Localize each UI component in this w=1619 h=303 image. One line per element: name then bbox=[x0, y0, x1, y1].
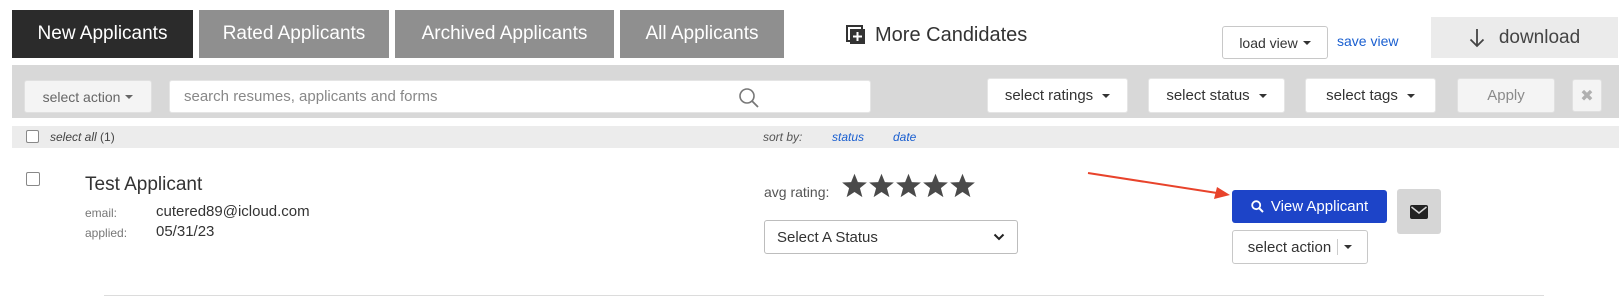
star-icon[interactable] bbox=[922, 172, 949, 199]
more-candidates-link[interactable]: More Candidates bbox=[846, 18, 1027, 52]
zoom-icon bbox=[1251, 200, 1264, 213]
avg-rating-label: avg rating: bbox=[764, 184, 830, 200]
applicant-applied-date: 05/31/23 bbox=[156, 223, 215, 240]
search-box bbox=[169, 80, 871, 113]
caret-down-icon bbox=[1258, 93, 1267, 98]
applicant-name[interactable]: Test Applicant bbox=[85, 174, 202, 196]
save-view-link[interactable]: save view bbox=[1337, 33, 1398, 49]
applicant-checkbox[interactable] bbox=[26, 172, 40, 186]
select-tags-label: select tags bbox=[1326, 87, 1398, 104]
select-all-checkbox[interactable] bbox=[26, 130, 39, 143]
close-icon: ✖ bbox=[1580, 87, 1594, 105]
select-status-label: select status bbox=[1166, 87, 1250, 104]
download-label: download bbox=[1498, 26, 1581, 48]
apply-button[interactable]: Apply bbox=[1457, 78, 1555, 113]
select-all-label: select all (1) bbox=[50, 130, 115, 144]
load-view-dropdown[interactable]: load view bbox=[1222, 26, 1328, 59]
download-button[interactable]: download bbox=[1431, 17, 1618, 58]
chevron-down-icon bbox=[993, 233, 1005, 241]
star-icon[interactable] bbox=[841, 172, 868, 199]
load-view-label: load view bbox=[1239, 34, 1298, 51]
applicant-email: cutered89@icloud.com bbox=[156, 203, 310, 220]
arrow-down-icon bbox=[1469, 28, 1484, 47]
plus-square-icon bbox=[846, 25, 865, 44]
sort-by-status-link[interactable]: status bbox=[832, 130, 864, 144]
select-action-label: select action bbox=[42, 88, 121, 105]
view-applicant-button[interactable]: View Applicant bbox=[1232, 190, 1387, 223]
more-candidates-label: More Candidates bbox=[875, 23, 1028, 46]
caret-down-icon bbox=[1406, 93, 1415, 98]
tab-all-applicants[interactable]: All Applicants bbox=[620, 10, 784, 58]
sort-row: select all (1) sort by: status date bbox=[12, 126, 1619, 148]
envelope-icon bbox=[1410, 204, 1428, 219]
divider bbox=[1337, 239, 1339, 255]
star-icon[interactable] bbox=[949, 172, 976, 199]
email-label: email: bbox=[85, 206, 118, 220]
select-tags-dropdown[interactable]: select tags bbox=[1305, 78, 1436, 113]
rating-stars[interactable] bbox=[841, 172, 976, 199]
tab-rated-applicants[interactable]: Rated Applicants bbox=[199, 10, 389, 58]
caret-down-icon bbox=[1344, 245, 1353, 249]
clear-filters-button[interactable]: ✖ bbox=[1572, 79, 1602, 112]
caret-down-icon bbox=[1302, 40, 1311, 45]
email-applicant-button[interactable] bbox=[1397, 189, 1441, 234]
status-select[interactable]: Select A Status bbox=[764, 220, 1018, 254]
applied-label: applied: bbox=[85, 226, 128, 240]
sort-by-label: sort by: bbox=[763, 130, 803, 144]
sort-by-date-link[interactable]: date bbox=[893, 130, 916, 144]
annotation-arrow-icon bbox=[1087, 172, 1230, 199]
applicant-tabs: New Applicants Rated Applicants Archived… bbox=[12, 10, 790, 58]
caret-down-icon bbox=[125, 94, 134, 99]
applicant-action-dropdown[interactable]: select action bbox=[1232, 230, 1368, 264]
applicant-action-label: select action bbox=[1247, 238, 1332, 256]
select-ratings-dropdown[interactable]: select ratings bbox=[987, 78, 1128, 113]
view-applicant-label: View Applicant bbox=[1270, 198, 1369, 215]
caret-down-icon bbox=[1102, 93, 1111, 98]
row-divider bbox=[104, 295, 1544, 296]
search-icon[interactable] bbox=[738, 87, 760, 109]
search-input[interactable] bbox=[170, 81, 790, 112]
status-select-value: Select A Status bbox=[777, 228, 878, 246]
select-ratings-label: select ratings bbox=[1004, 87, 1094, 104]
tab-new-applicants[interactable]: New Applicants bbox=[12, 10, 193, 58]
star-icon[interactable] bbox=[868, 172, 895, 199]
select-action-dropdown[interactable]: select action bbox=[24, 80, 152, 113]
select-status-dropdown[interactable]: select status bbox=[1148, 78, 1285, 113]
star-icon[interactable] bbox=[895, 172, 922, 199]
tab-archived-applicants[interactable]: Archived Applicants bbox=[395, 10, 614, 58]
